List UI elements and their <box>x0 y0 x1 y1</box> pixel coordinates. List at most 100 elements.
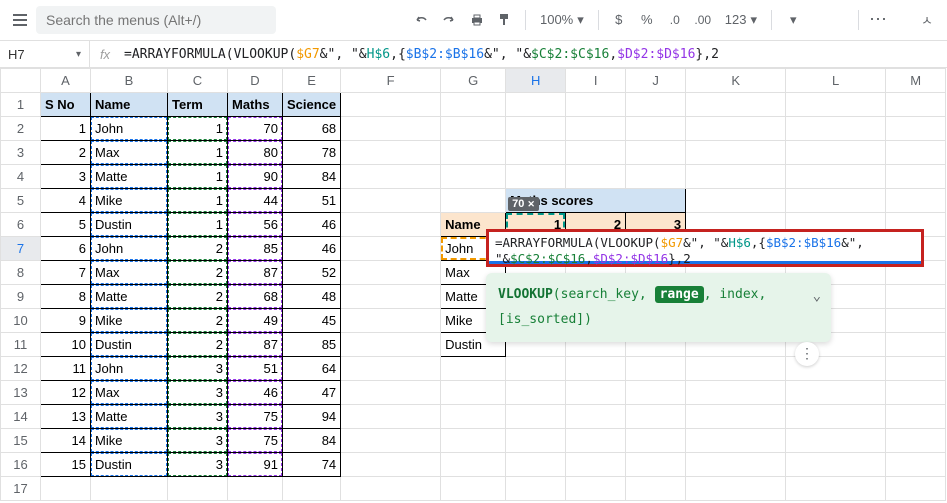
cell[interactable] <box>506 141 566 165</box>
row-header[interactable]: 11 <box>1 333 41 357</box>
cell[interactable] <box>506 357 566 381</box>
cell[interactable] <box>566 117 626 141</box>
cell[interactable]: 1 <box>168 213 228 237</box>
cell[interactable] <box>886 93 946 117</box>
cell[interactable] <box>341 429 441 453</box>
cell[interactable] <box>686 357 786 381</box>
cell[interactable]: 87 <box>228 261 283 285</box>
cell[interactable] <box>886 357 946 381</box>
cell[interactable]: 46 <box>228 381 283 405</box>
cell[interactable] <box>686 93 786 117</box>
cell[interactable]: Max <box>91 141 168 165</box>
cell[interactable]: 46 <box>283 213 341 237</box>
cell[interactable] <box>566 429 626 453</box>
format-123[interactable]: 123▾ <box>719 12 763 28</box>
cell[interactable]: 2 <box>168 261 228 285</box>
cell[interactable] <box>506 453 566 477</box>
cell[interactable] <box>341 213 441 237</box>
cell[interactable] <box>786 453 886 477</box>
cell[interactable] <box>686 117 786 141</box>
cell[interactable]: 7 <box>41 261 91 285</box>
cell[interactable]: 13 <box>41 405 91 429</box>
cell[interactable]: 10 <box>41 333 91 357</box>
cell[interactable] <box>91 477 168 501</box>
cell[interactable] <box>686 189 786 213</box>
cell[interactable] <box>626 93 686 117</box>
cell[interactable]: Maths <box>228 93 283 117</box>
cell[interactable] <box>441 189 506 213</box>
cell[interactable]: Matte <box>91 285 168 309</box>
cell[interactable] <box>886 381 946 405</box>
cell[interactable] <box>786 429 886 453</box>
cell[interactable]: 94 <box>283 405 341 429</box>
cell[interactable]: 2 <box>41 141 91 165</box>
cell[interactable] <box>341 141 441 165</box>
cell[interactable] <box>686 429 786 453</box>
cell[interactable]: 91 <box>228 453 283 477</box>
cell[interactable]: 74 <box>283 453 341 477</box>
cell[interactable] <box>566 405 626 429</box>
paint-format-icon[interactable] <box>493 8 517 32</box>
cell[interactable] <box>886 141 946 165</box>
cell[interactable]: 51 <box>228 357 283 381</box>
row-header[interactable]: 15 <box>1 429 41 453</box>
menu-icon[interactable] <box>8 8 32 32</box>
cell[interactable] <box>626 165 686 189</box>
cell[interactable]: Max <box>91 261 168 285</box>
result-preview-tooltip[interactable]: 70 <box>508 197 539 211</box>
currency-icon[interactable]: $ <box>607 8 631 32</box>
cell[interactable] <box>506 117 566 141</box>
cell[interactable] <box>341 453 441 477</box>
cell[interactable] <box>626 405 686 429</box>
cell[interactable] <box>341 477 441 501</box>
cell[interactable]: 49 <box>228 309 283 333</box>
cell[interactable]: Dustin <box>91 453 168 477</box>
cell[interactable]: 4 <box>41 189 91 213</box>
cell[interactable] <box>566 93 626 117</box>
cell[interactable] <box>626 357 686 381</box>
cell[interactable]: Matte <box>91 165 168 189</box>
cell[interactable]: 2 <box>168 309 228 333</box>
cell[interactable]: 85 <box>228 237 283 261</box>
cell[interactable] <box>626 429 686 453</box>
cell[interactable] <box>786 117 886 141</box>
cell[interactable] <box>886 189 946 213</box>
cell[interactable] <box>566 357 626 381</box>
cell[interactable]: 85 <box>283 333 341 357</box>
cell[interactable]: 68 <box>228 285 283 309</box>
cell[interactable] <box>506 429 566 453</box>
cell[interactable]: 11 <box>41 357 91 381</box>
cell[interactable] <box>506 405 566 429</box>
cell[interactable] <box>786 405 886 429</box>
cell[interactable] <box>626 381 686 405</box>
cell[interactable]: 47 <box>283 381 341 405</box>
cell[interactable] <box>566 141 626 165</box>
cell[interactable] <box>441 453 506 477</box>
row-header[interactable]: 10 <box>1 309 41 333</box>
cell[interactable]: 48 <box>283 285 341 309</box>
cell[interactable] <box>341 93 441 117</box>
expand-toolbar-icon[interactable]: ㅅ <box>915 8 939 32</box>
cell[interactable]: 1 <box>168 165 228 189</box>
cell[interactable]: 2 <box>168 237 228 261</box>
more-toolbar-icon[interactable]: ⋯ <box>867 8 891 32</box>
cell[interactable]: John <box>91 237 168 261</box>
cell[interactable]: 68 <box>283 117 341 141</box>
cell[interactable] <box>686 477 786 501</box>
cell[interactable] <box>786 141 886 165</box>
row-14[interactable]: 1413Matte37594 <box>1 405 946 429</box>
cell[interactable] <box>506 381 566 405</box>
cell[interactable]: 15 <box>41 453 91 477</box>
cell[interactable] <box>786 381 886 405</box>
cell[interactable]: 44 <box>228 189 283 213</box>
row-header[interactable]: 1 <box>1 93 41 117</box>
cell[interactable]: 6 <box>41 237 91 261</box>
zoom-select[interactable]: 100%▾ <box>534 12 590 28</box>
cell[interactable]: S No <box>41 93 91 117</box>
cell[interactable]: 9 <box>41 309 91 333</box>
cell[interactable] <box>886 165 946 189</box>
row-4[interactable]: 43Matte19084 <box>1 165 946 189</box>
row-header[interactable]: 5 <box>1 189 41 213</box>
cell[interactable] <box>168 477 228 501</box>
cell[interactable]: Mike <box>91 429 168 453</box>
